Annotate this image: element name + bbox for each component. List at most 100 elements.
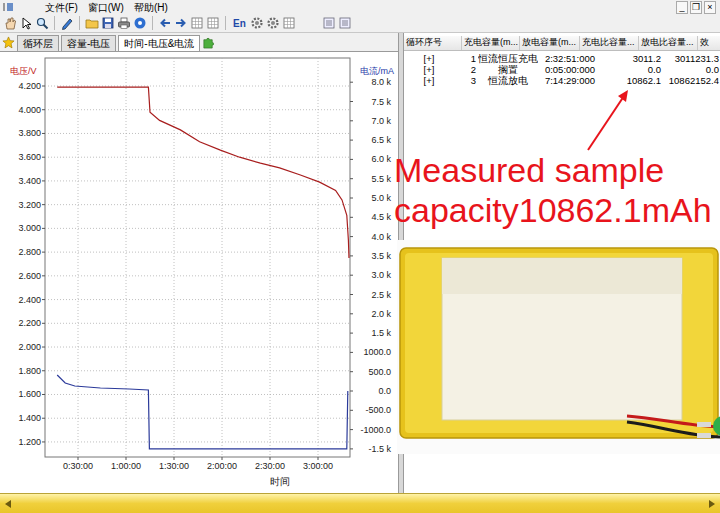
tick-mark [318,457,319,460]
grid-line [174,58,175,457]
help-icon[interactable] [133,16,147,30]
x-tick-label: 2:30:00 [255,461,285,471]
table-cell: 0.0 [664,64,720,75]
tab[interactable]: 时间-电压&电流 [118,35,200,51]
chart-pane: 循环层容量-电压时间-电压&电流4.2004.0003.8003.6003.40… [0,33,399,493]
forward-icon[interactable] [174,16,188,30]
right-tick-label: 3.0 k [371,270,391,280]
right-tick-label: -1000.0 [360,425,391,435]
right-tick-label: 8.0 k [371,77,391,87]
series-line [57,87,349,258]
tick-mark [350,448,353,449]
grid-line [45,323,350,324]
tick-mark [350,410,353,411]
print-icon[interactable] [117,16,131,30]
grid-line [45,109,350,110]
tick-mark [126,457,127,460]
left-tick-label: 1.400 [18,413,41,423]
table-cell: 7:14:29:000 [538,75,602,86]
list-icon[interactable] [322,16,336,30]
table-row[interactable]: [+]2搁置0:05:00:0000.00.0 [404,64,720,75]
grid-line [45,441,350,442]
table-row[interactable]: [+]3恒流放电7:14:29:00010862.110862152.4 [404,75,720,86]
right-axis-title: 电流/mA [360,66,394,76]
zoom-icon[interactable] [35,16,49,30]
table-cell: 恒流恒压充电 [478,53,538,64]
hand-icon[interactable] [3,16,17,30]
scroll-left-icon[interactable] [3,499,13,509]
tick-mark [270,457,271,460]
tab[interactable]: 容量-电压 [61,35,116,51]
column-header[interactable]: 充电比容量... [580,36,639,50]
pointer-icon[interactable] [19,16,33,30]
tab[interactable]: 循环层 [17,35,59,51]
table-cell: 搁置 [478,64,538,75]
column-header[interactable]: 循环序号 [404,36,462,50]
grid-line [45,418,350,419]
tick-mark [42,109,45,110]
grid-icon[interactable] [206,16,220,30]
left-tick-label: 2.800 [18,247,41,257]
tick-mark [350,333,353,334]
right-tick-label: -500.0 [365,405,391,415]
save-icon[interactable] [101,16,115,30]
menu-item[interactable]: 帮助(H) [133,1,169,14]
x-tick-label: 3:00:00 [303,461,333,471]
pen-icon[interactable] [60,16,74,30]
horizontal-scrollbar[interactable] [0,493,720,513]
tick-mark [350,101,353,102]
table-cell: 3011.2 [602,53,664,64]
scroll-right-icon[interactable] [707,499,717,509]
tick-mark [42,228,45,229]
grid-line [45,347,350,348]
tick-mark [42,86,45,87]
back-icon[interactable] [158,16,172,30]
table-cell: 2 [454,64,478,75]
folder-icon[interactable] [85,16,99,30]
tick-mark [350,313,353,314]
column-header[interactable]: 充电容量(m... [462,36,520,50]
table-cell: 10862152.4 [664,75,720,86]
window-buttons: _❐× [676,1,720,14]
grid-icon[interactable] [190,16,204,30]
grid-line [45,394,350,395]
menu-spacer [24,7,36,8]
language-button[interactable]: En [231,17,248,30]
expand-toggle[interactable]: [+] [404,53,454,64]
right-tick-label: 1000.0 [363,347,391,357]
current-series [57,375,348,449]
expand-toggle[interactable]: [+] [404,75,454,86]
left-tick-label: 2.200 [18,318,41,328]
toolbar-separator [54,16,55,30]
right-tick-label: 0.0 [378,386,391,396]
tick-mark [350,294,353,295]
grid-line [78,58,79,457]
left-tick-label: 1.800 [18,366,41,376]
column-header[interactable]: 放电比容量... [639,36,698,50]
x-tick-label: 0:30:00 [63,461,93,471]
tick-mark [350,255,353,256]
gear-icon[interactable] [250,16,264,30]
list-icon[interactable] [338,16,352,30]
gear-icon[interactable] [266,16,280,30]
tab-strip: 循环层容量-电压时间-电压&电流 [0,33,398,52]
left-tick-label: 2.400 [18,295,41,305]
star-icon[interactable] [2,36,15,49]
time-voltage-current-chart: 4.2004.0003.8003.6003.4003.2003.0002.800… [0,52,398,492]
menu-item[interactable]: 窗口(W) [87,1,125,14]
puzzle-icon[interactable] [202,36,215,49]
tick-mark [350,391,353,392]
grid-line [45,157,350,158]
table-row[interactable]: [+]1恒流恒压充电2:32:51:0003011.23011231.3 [404,53,720,64]
column-header[interactable]: 效 [698,36,720,50]
grid-icon[interactable] [282,16,296,30]
tick-mark [78,457,79,460]
window-button[interactable]: _ [676,1,688,14]
right-tick-label: 4.5 k [371,212,391,222]
grid-line [45,228,350,229]
menu-item[interactable]: 文件(F) [44,1,79,14]
window-button[interactable]: × [704,1,716,14]
expand-toggle[interactable]: [+] [404,64,454,75]
window-button[interactable]: ❐ [690,1,702,14]
column-header[interactable]: 放电容量(m... [520,36,580,50]
